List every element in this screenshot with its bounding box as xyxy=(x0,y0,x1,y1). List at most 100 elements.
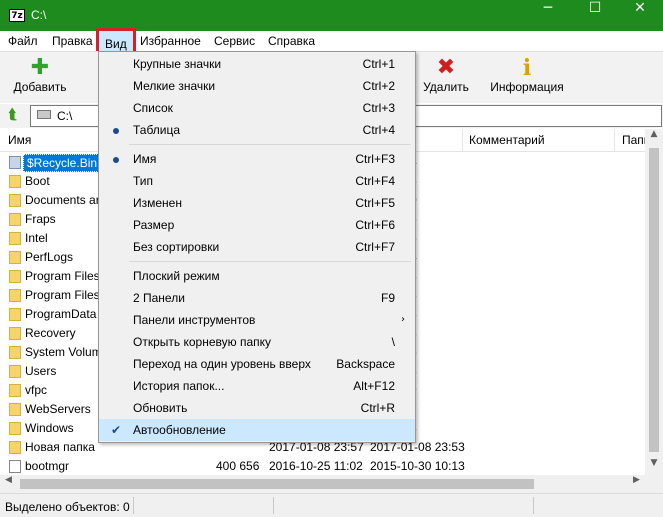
submenu-arrow-icon: › xyxy=(401,314,405,325)
view-menu-item[interactable]: Тип Ctrl+F4 xyxy=(99,170,415,192)
view-menu-item[interactable]: Без сортировки Ctrl+F7 xyxy=(99,236,415,258)
file-name: Boot xyxy=(25,174,50,188)
menu-separator xyxy=(129,144,411,145)
view-menu-item[interactable]: Панели инструментов › xyxy=(99,309,415,331)
view-menu-item-shortcut: Ctrl+F5 xyxy=(355,196,395,210)
radio-dot-icon xyxy=(109,123,123,137)
view-menu-item-label: Таблица xyxy=(133,123,181,137)
view-menu-item-shortcut: F9 xyxy=(380,291,395,305)
info-button[interactable]: i Информация xyxy=(487,56,567,94)
x-icon: ✖ xyxy=(436,55,456,80)
scroll-corner xyxy=(645,475,663,493)
table-row[interactable]: bootmgr 400 656 2016-10-25 11:02 2015-10-30… xyxy=(0,457,645,475)
view-menu-item-label: Переход на один уровень вверх xyxy=(133,357,311,371)
file-name: Fraps xyxy=(25,212,56,226)
scroll-up-icon[interactable]: ▲ xyxy=(645,129,663,146)
delete-button[interactable]: ✖ Удалить xyxy=(418,55,474,95)
file-name: $Recycle.Bin xyxy=(23,154,102,172)
menu-edit[interactable]: Правка xyxy=(52,34,93,48)
menu-favorites[interactable]: Избранное xyxy=(140,34,201,48)
horizontal-scrollbar[interactable]: ◀ ▶ xyxy=(0,475,645,493)
folder-icon xyxy=(9,422,21,435)
menu-tools[interactable]: Сервис xyxy=(214,34,255,48)
view-menu-item[interactable]: Таблица Ctrl+4 xyxy=(99,119,415,141)
view-menu-item-shortcut: Ctrl+F4 xyxy=(355,174,395,188)
view-menu-item[interactable]: История папок... Alt+F12 xyxy=(99,375,415,397)
column-separator[interactable] xyxy=(614,129,615,152)
view-menu-item-label: Автообновление xyxy=(133,423,226,437)
menu-help[interactable]: Справка xyxy=(268,34,315,48)
view-menu-item-shortcut: Ctrl+4 xyxy=(362,123,395,137)
drive-icon xyxy=(37,110,51,119)
file-name: Windows xyxy=(25,421,74,435)
column-folders[interactable]: Папк xyxy=(622,133,645,147)
maximize-button[interactable]: ☐ xyxy=(572,0,618,31)
view-menu-item[interactable]: 2 Панели F9 xyxy=(99,287,415,309)
status-divider xyxy=(133,497,134,514)
horizontal-scroll-thumb[interactable] xyxy=(20,479,534,489)
view-menu-item[interactable]: Размер Ctrl+F6 xyxy=(99,214,415,236)
view-menu-item-label: Без сортировки xyxy=(133,240,220,254)
view-menu-item-label: Плоский режим xyxy=(133,269,220,283)
close-button[interactable]: ✕ xyxy=(617,0,663,31)
file-name: Users xyxy=(25,364,57,378)
file-name: Program Files xyxy=(25,269,100,283)
minimize-button[interactable]: ─ xyxy=(525,0,571,31)
vertical-scroll-thumb[interactable] xyxy=(649,148,659,452)
folder-icon xyxy=(9,403,21,416)
column-comment[interactable]: Комментарий xyxy=(469,133,545,147)
column-name[interactable]: Имя xyxy=(8,133,31,147)
view-menu-item-shortcut: Ctrl+1 xyxy=(362,57,395,71)
vertical-scrollbar[interactable]: ▲ ▼ xyxy=(645,129,663,475)
folder-icon xyxy=(9,308,21,321)
status-divider xyxy=(533,497,534,514)
status-bar: Выделено объектов: 0 xyxy=(0,493,663,517)
up-folder-icon[interactable]: ⮬ xyxy=(4,106,22,124)
scroll-down-icon[interactable]: ▼ xyxy=(645,458,663,475)
add-button[interactable]: ✚ Добавить xyxy=(8,56,72,95)
file-name: ProgramData xyxy=(25,307,97,321)
view-menu-item[interactable]: Мелкие значки Ctrl+2 xyxy=(99,75,415,97)
view-menu-item[interactable]: Открыть корневую папку \ xyxy=(99,331,415,353)
recycle-bin-icon xyxy=(9,156,21,169)
file-name: Recovery xyxy=(25,326,76,340)
view-menu-item-label: История папок... xyxy=(133,379,225,393)
view-menu-item[interactable]: Изменен Ctrl+F5 xyxy=(99,192,415,214)
add-button-label: Добавить xyxy=(13,80,67,94)
scroll-left-icon[interactable]: ◀ xyxy=(0,475,17,493)
folder-icon xyxy=(9,346,21,359)
view-menu-item-label: Размер xyxy=(133,218,175,232)
file-name: bootmgr xyxy=(25,459,70,473)
view-menu-item-label: Обновить xyxy=(133,401,188,415)
file-name: vfpc xyxy=(25,383,48,397)
info-icon: i xyxy=(522,55,532,81)
view-menu-item[interactable]: Обновить Ctrl+R xyxy=(99,397,415,419)
address-path: C:\ xyxy=(57,109,73,123)
view-menu-item-label: Изменен xyxy=(133,196,182,210)
file-name: Новая папка xyxy=(25,440,95,454)
view-menu-item[interactable]: Крупные значки Ctrl+1 xyxy=(99,53,415,75)
file-name: Documents ar xyxy=(25,193,100,207)
folder-icon xyxy=(9,270,21,283)
view-menu-item-label: Панели инструментов xyxy=(133,313,256,327)
folder-icon xyxy=(9,384,21,397)
app-icon: 7z xyxy=(9,9,25,22)
scroll-right-icon[interactable]: ▶ xyxy=(628,475,645,493)
view-menu-item[interactable]: Переход на один уровень вверх Backspace xyxy=(99,353,415,375)
checkmark-icon: ✔ xyxy=(110,423,122,437)
view-menu-item[interactable]: ✔ Автообновление xyxy=(99,419,415,441)
view-menu-item[interactable]: Список Ctrl+3 xyxy=(99,97,415,119)
view-menu-item-shortcut: Ctrl+F7 xyxy=(355,240,395,254)
menu-file[interactable]: Файл xyxy=(8,34,38,48)
folder-icon xyxy=(9,175,21,188)
file-name: Intel xyxy=(25,231,48,245)
file-name: Program Files xyxy=(25,288,100,302)
file-size: 400 656 xyxy=(216,459,260,473)
info-button-label: Информация xyxy=(490,80,564,94)
window-title: C:\ xyxy=(31,8,47,22)
folder-icon xyxy=(9,327,21,340)
column-separator[interactable] xyxy=(462,129,463,152)
view-menu-item[interactable]: Имя Ctrl+F3 xyxy=(99,148,415,170)
view-menu-item-label: Тип xyxy=(133,174,154,188)
view-menu-item[interactable]: Плоский режим xyxy=(99,265,415,287)
